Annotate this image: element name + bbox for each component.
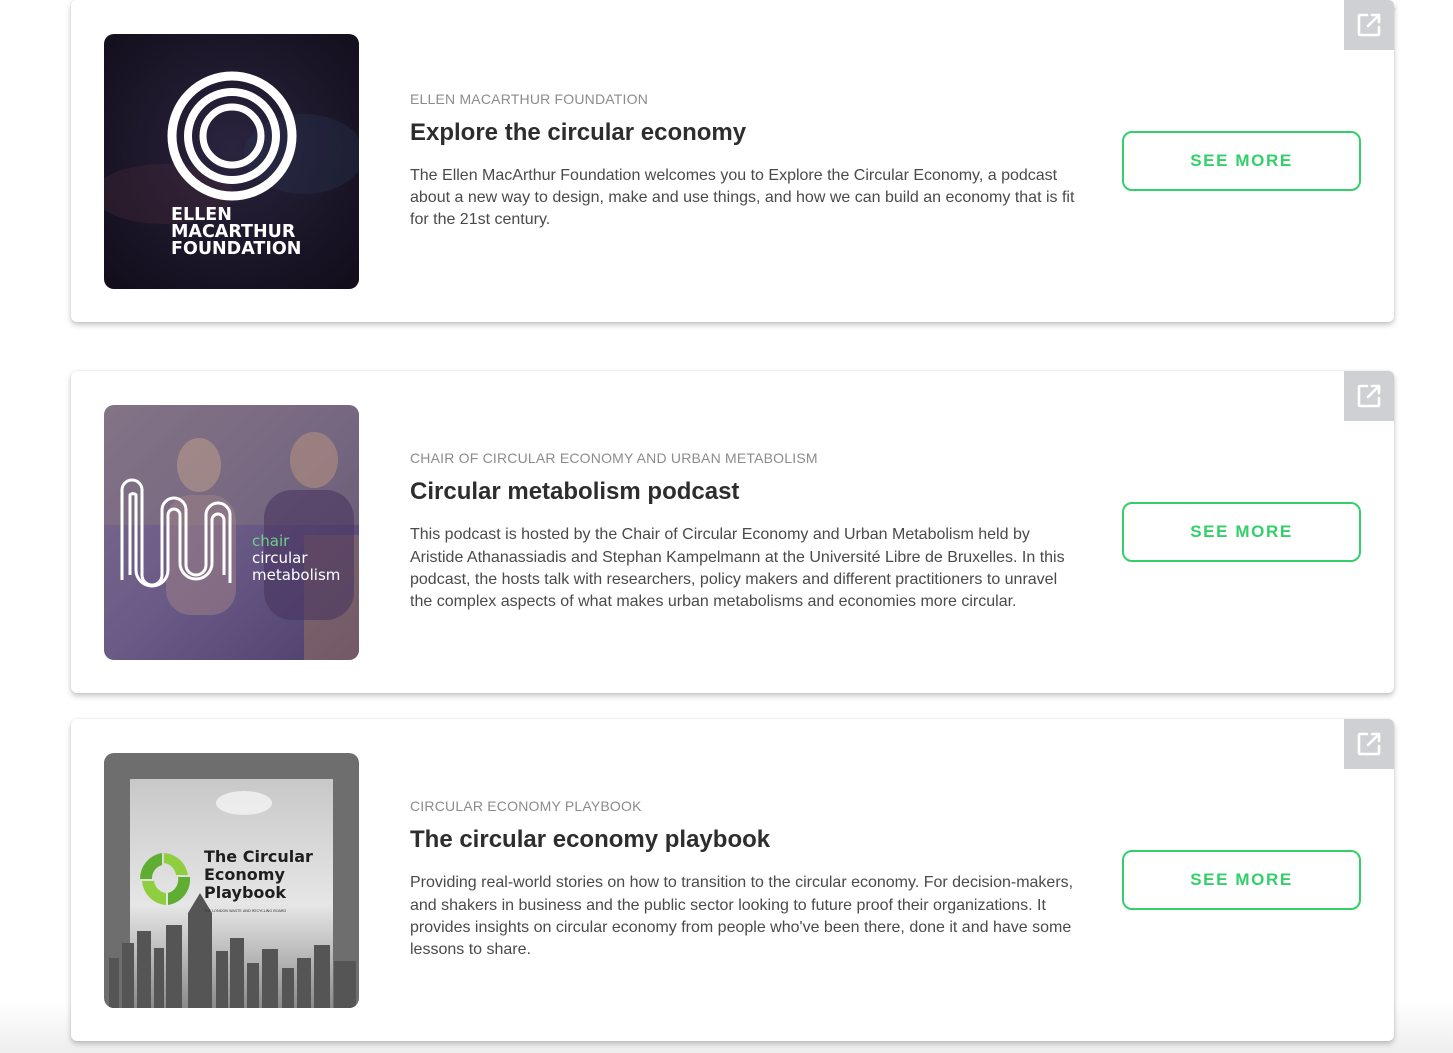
podcast-cover-image: The Circular Economy Playbook THE LONDON… [104, 753, 359, 1008]
logo-word-metabolism: metabolism [252, 566, 340, 584]
card-eyebrow: CIRCULAR ECONOMY PLAYBOOK [410, 798, 642, 815]
card-title: Circular metabolism podcast [410, 478, 740, 506]
external-link-icon [1357, 13, 1381, 37]
cover-tagline: THE LONDON WASTE AND RECYCLING BOARD [203, 909, 286, 913]
card-title: The circular economy playbook [410, 826, 771, 854]
card-content: ELLEN MACARTHUR FOUNDATION Explore the c… [410, 0, 1075, 322]
podcast-list-page: chair circular metabolism CHAIR OF CIRCU… [0, 0, 1453, 1053]
see-more-button[interactable]: SEE MORE [1122, 850, 1361, 910]
external-link-icon [1357, 384, 1381, 408]
external-link-button[interactable] [1344, 0, 1394, 50]
cover-title-line2: Economy [204, 865, 285, 884]
external-link-button[interactable] [1344, 371, 1394, 421]
see-more-button[interactable]: SEE MORE [1122, 502, 1361, 562]
cover-title-line1: The Circular [204, 847, 313, 866]
podcast-card: ELLEN MACARTHUR FOUNDATION ELLEN MACARTH… [71, 0, 1394, 322]
external-link-button[interactable] [1344, 719, 1394, 769]
external-link-icon [1357, 732, 1381, 756]
logo-word-chair: chair [252, 532, 290, 550]
podcast-card: The Circular Economy Playbook THE LONDON… [71, 719, 1394, 1041]
card-description: This podcast is hosted by the Chair of C… [410, 526, 1065, 611]
logo-word-circular: circular [252, 549, 308, 567]
cover-title-line3: Playbook [204, 883, 286, 902]
card-description: Providing real-world stories on how to t… [410, 874, 1074, 959]
card-eyebrow: CHAIR OF CIRCULAR ECONOMY AND URBAN META… [410, 450, 818, 467]
card-title: Explore the circular economy [410, 118, 747, 146]
podcast-card: chair circular metabolism CHAIR OF CIRCU… [71, 371, 1394, 693]
podcast-cover-image: chair circular metabolism [104, 405, 359, 660]
podcast-cover-image: ELLEN MACARTHUR FOUNDATION [104, 34, 359, 289]
card-content: CIRCULAR ECONOMY PLAYBOOK The circular e… [410, 719, 1075, 1041]
see-more-button[interactable]: SEE MORE [1122, 131, 1361, 191]
card-description: The Ellen MacArthur Foundation welcomes … [410, 166, 1075, 229]
logo-word-foundation: FOUNDATION [171, 239, 301, 259]
card-content: CHAIR OF CIRCULAR ECONOMY AND URBAN META… [410, 371, 1075, 693]
card-eyebrow: ELLEN MACARTHUR FOUNDATION [410, 90, 649, 107]
